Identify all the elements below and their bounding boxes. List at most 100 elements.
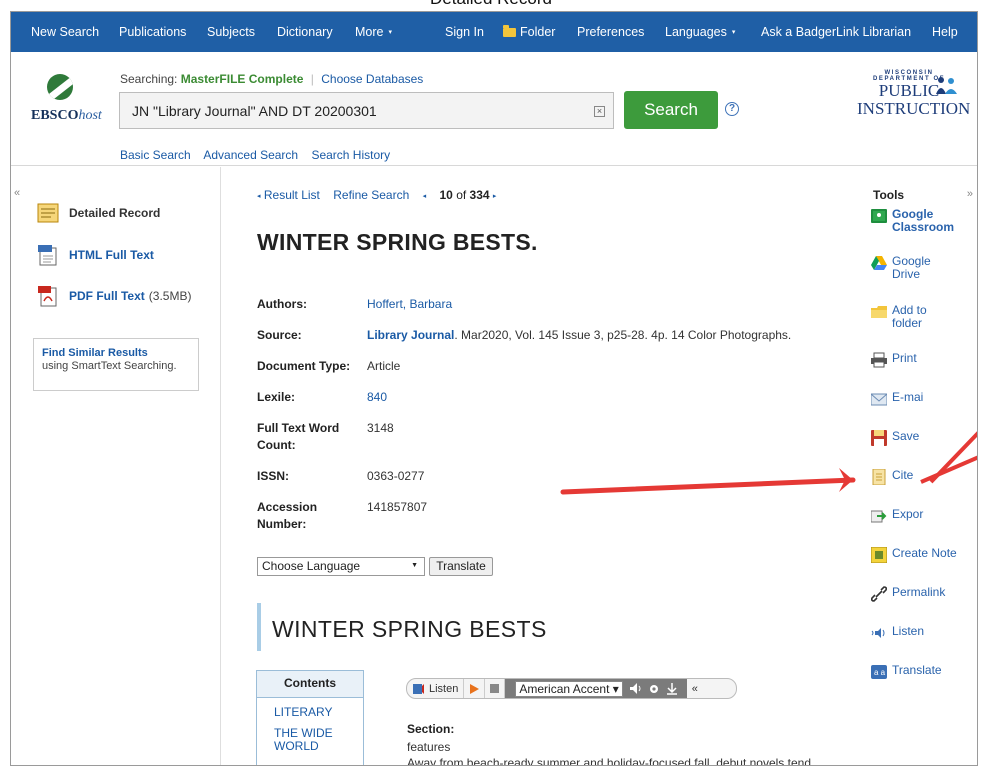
listen-icon bbox=[871, 628, 885, 638]
record-position: 10 bbox=[439, 188, 453, 202]
chevron-down-icon: ▼ bbox=[411, 562, 418, 569]
find-similar-box[interactable]: Find Similar Results using SmartText Sea… bbox=[33, 338, 199, 391]
dpi-logo: WISCONSIN DEPARTMENT OF PUBLIC INSTRUCTI… bbox=[857, 70, 971, 118]
top-navigation: New Search Publications Subjects Diction… bbox=[11, 12, 977, 52]
nav-publications[interactable]: Publications bbox=[119, 25, 186, 39]
find-similar-link[interactable]: Find Similar Results bbox=[42, 347, 190, 360]
translate-icon: a a bbox=[871, 665, 887, 679]
searching-line: Searching: MasterFILE Complete | Choose … bbox=[120, 72, 424, 86]
advanced-search-link[interactable]: Advanced Search bbox=[203, 148, 298, 162]
folder-icon bbox=[503, 25, 516, 37]
nav-help[interactable]: Help bbox=[932, 25, 958, 39]
play-button[interactable] bbox=[464, 679, 486, 698]
fulltext-title: WINTER SPRING BESTS bbox=[272, 616, 547, 642]
svg-text:a a: a a bbox=[874, 668, 886, 677]
print-icon bbox=[871, 352, 887, 368]
contents-link-literary[interactable]: LITERARY bbox=[274, 706, 363, 719]
heading-accent-bar bbox=[257, 603, 261, 651]
nav-folder[interactable]: Folder bbox=[503, 25, 555, 39]
word-count-label: Full Text Word Count: bbox=[257, 421, 340, 452]
translate-button[interactable]: Translate bbox=[429, 557, 493, 576]
accession-value: 141857807 bbox=[367, 500, 428, 514]
pdf-full-text-link[interactable]: PDF Full Text (3.5MB) bbox=[37, 285, 191, 307]
collapse-right-icon[interactable]: » bbox=[967, 188, 973, 200]
help-icon[interactable]: ? bbox=[725, 102, 739, 116]
download-icon[interactable] bbox=[666, 682, 678, 695]
nav-dictionary[interactable]: Dictionary bbox=[277, 25, 333, 39]
tool-save[interactable]: Save bbox=[871, 430, 919, 446]
note-icon bbox=[871, 547, 887, 563]
contents-box: Contents LITERARY THE WIDE WORLD bbox=[256, 670, 364, 765]
tool-email[interactable]: E-mai bbox=[871, 391, 923, 407]
nav-subjects[interactable]: Subjects bbox=[207, 25, 255, 39]
listen-toolbar: Listen American Accent ▾ « bbox=[406, 678, 737, 699]
accession-label: Accession Number: bbox=[257, 500, 318, 531]
choose-databases-link[interactable]: Choose Databases bbox=[321, 72, 423, 86]
prev-record-button[interactable]: ◂ bbox=[423, 188, 427, 202]
contents-link-wide-world[interactable]: THE WIDE WORLD bbox=[274, 727, 363, 753]
email-icon bbox=[871, 393, 887, 406]
result-list-link[interactable]: ◂ Result List bbox=[257, 188, 320, 202]
journal-link[interactable]: Library Journal bbox=[367, 328, 454, 342]
nav-preferences[interactable]: Preferences bbox=[577, 25, 644, 39]
record-title: WINTER SPRING BESTS. bbox=[257, 229, 538, 255]
search-header: EBSCOhost Searching: MasterFILE Complete… bbox=[11, 52, 977, 166]
export-icon bbox=[871, 510, 887, 523]
result-navigation: ◂ Result List Refine Search ◂ 10 of 334 … bbox=[257, 188, 497, 202]
tool-cite[interactable]: Cite bbox=[871, 469, 913, 485]
section-text: features Away from beach-ready summer an… bbox=[407, 740, 811, 766]
detailed-record-link[interactable]: Detailed Record bbox=[37, 203, 160, 223]
nav-ask-librarian[interactable]: Ask a BadgerLink Librarian bbox=[761, 25, 911, 39]
collapse-listen-icon[interactable]: « bbox=[687, 679, 703, 698]
chevron-down-icon: ▾ bbox=[731, 29, 736, 36]
settings-gear-icon[interactable] bbox=[648, 683, 660, 695]
listen-button[interactable]: Listen bbox=[407, 679, 465, 698]
tool-create-note[interactable]: Create Note bbox=[871, 547, 957, 563]
section-label: Section: bbox=[407, 722, 455, 736]
stop-icon bbox=[490, 684, 500, 693]
accent-select[interactable]: American Accent ▾ bbox=[515, 680, 623, 697]
lexile-link[interactable]: 840 bbox=[367, 390, 387, 404]
nav-more[interactable]: More ▾ bbox=[355, 25, 392, 39]
tool-listen[interactable]: Listen bbox=[871, 625, 924, 641]
record-content: ◂ Result List Refine Search ◂ 10 of 334 … bbox=[222, 167, 847, 766]
search-input[interactable]: JN "Library Journal" AND DT 20200301 × bbox=[119, 92, 614, 129]
refine-search-link[interactable]: Refine Search bbox=[333, 188, 409, 202]
nav-sign-in[interactable]: Sign In bbox=[445, 25, 484, 39]
collapse-left-icon[interactable]: « bbox=[14, 187, 20, 199]
search-button[interactable]: Search bbox=[624, 91, 718, 129]
clear-icon[interactable]: × bbox=[594, 106, 605, 117]
basic-search-link[interactable]: Basic Search bbox=[120, 148, 191, 162]
tools-header: Tools bbox=[873, 188, 905, 202]
search-history-link[interactable]: Search History bbox=[311, 148, 390, 162]
next-record-button[interactable]: ▸ bbox=[493, 188, 497, 202]
nav-languages[interactable]: Languages ▾ bbox=[665, 25, 735, 39]
author-link[interactable]: Hoffert, Barbara bbox=[367, 297, 452, 311]
folder-icon bbox=[871, 306, 887, 318]
choose-language-select[interactable]: Choose Language ▼ bbox=[257, 557, 425, 576]
dpi-kids-icon bbox=[936, 77, 957, 94]
accent-controls: American Accent ▾ bbox=[505, 679, 687, 698]
tool-translate[interactable]: a a Translate bbox=[871, 664, 942, 680]
tool-print[interactable]: Print bbox=[871, 352, 917, 368]
word-count-value: 3148 bbox=[367, 421, 394, 435]
source-label: Source: bbox=[257, 328, 302, 342]
volume-icon[interactable] bbox=[629, 683, 642, 694]
tool-export[interactable]: Expor bbox=[871, 508, 923, 524]
stop-button[interactable] bbox=[485, 679, 506, 698]
tool-google-classroom[interactable]: Google Classroom bbox=[871, 208, 954, 234]
search-mode-links: Basic Search Advanced Search Search Hist… bbox=[120, 148, 400, 162]
ebsco-logo[interactable]: EBSCOhost bbox=[31, 108, 102, 124]
link-icon bbox=[871, 586, 887, 602]
chevron-down-icon: ▾ bbox=[388, 29, 392, 36]
authors-label: Authors: bbox=[257, 297, 307, 311]
tool-add-to-folder[interactable]: Add to folder bbox=[871, 304, 927, 330]
tool-permalink[interactable]: Permalink bbox=[871, 586, 945, 602]
record-total: 334 bbox=[469, 188, 490, 202]
nav-new-search[interactable]: New Search bbox=[31, 25, 99, 39]
cite-icon bbox=[872, 469, 886, 485]
pdf-icon bbox=[38, 286, 57, 307]
html-full-text-link[interactable]: HTML Full Text bbox=[37, 244, 154, 266]
tools-panel: Tools » Google Classroom Google Drive Add … bbox=[847, 167, 977, 765]
tool-google-drive[interactable]: Google Drive bbox=[871, 255, 931, 281]
